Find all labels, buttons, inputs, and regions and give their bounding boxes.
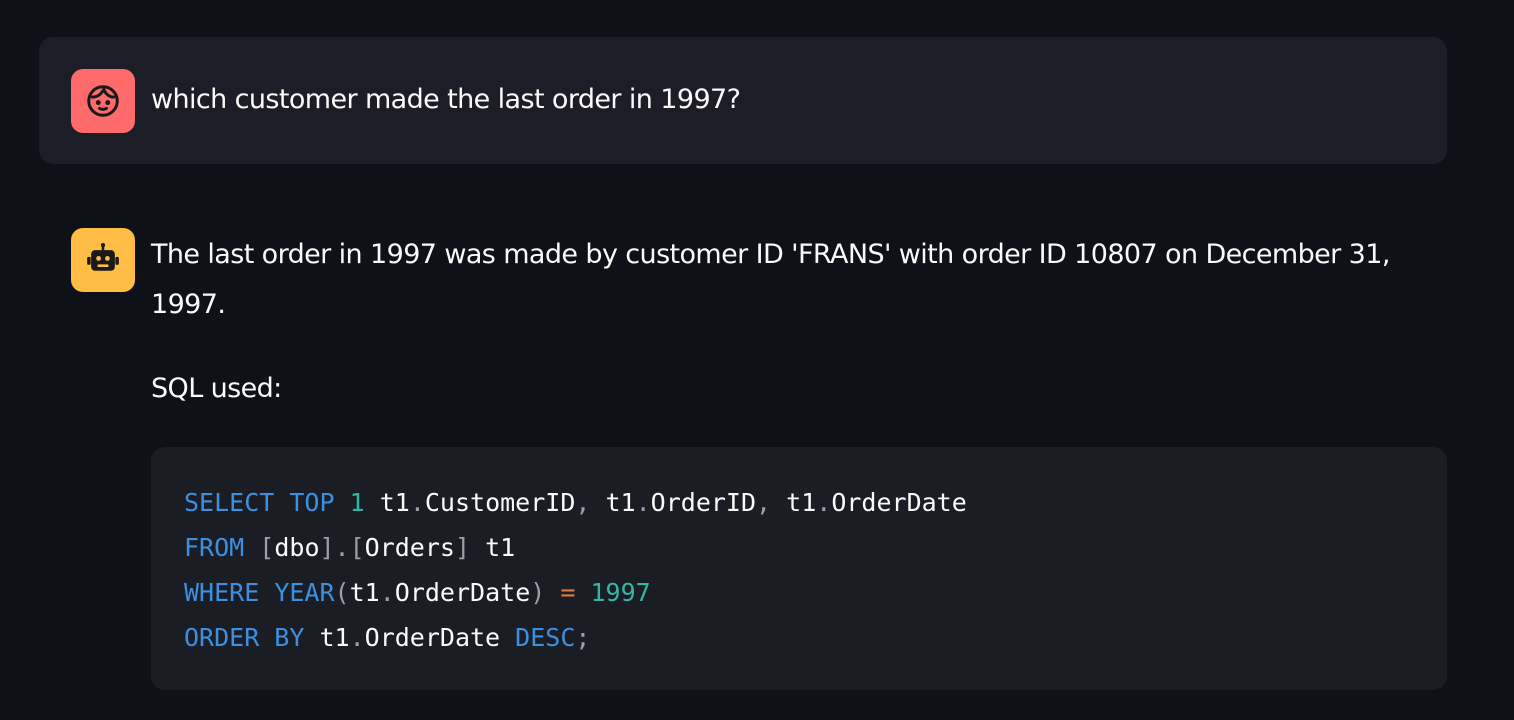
- sql-line: ORDER BY t1.OrderDate DESC;: [184, 623, 590, 652]
- assistant-avatar: [71, 228, 135, 292]
- sql-token-plain: [545, 578, 560, 607]
- sql-token-plain: [274, 488, 289, 517]
- sql-token-plain: [575, 578, 590, 607]
- sql-token-kw: DESC: [515, 623, 576, 652]
- sql-code-block[interactable]: SELECT TOP 1 t1.CustomerID, t1.OrderID, …: [151, 447, 1447, 690]
- sql-token-punc: ]: [454, 533, 471, 562]
- sql-token-plain: t1: [470, 533, 516, 562]
- sql-token-plain: t1: [590, 488, 636, 517]
- sql-token-punc: .: [816, 488, 832, 517]
- sql-line: SELECT TOP 1 t1.CustomerID, t1.OrderID, …: [184, 488, 967, 517]
- sql-token-plain: t1: [771, 488, 817, 517]
- sql-used-label: SQL used:: [151, 373, 282, 404]
- user-avatar: [71, 69, 135, 133]
- assistant-answer-text: The last order in 1997 was made by custo…: [151, 239, 1390, 320]
- sql-token-op: =: [560, 578, 576, 607]
- robot-icon: [87, 243, 119, 271]
- sql-token-punc: .: [635, 488, 651, 517]
- sql-token-plain: t1: [349, 578, 380, 607]
- sql-token-num: 1997: [590, 578, 651, 607]
- sql-token-plain: OrderDate: [364, 623, 501, 652]
- sql-token-plain: Orders: [364, 533, 455, 562]
- sql-token-num: 1: [349, 488, 365, 517]
- sql-token-kw: ORDER BY: [184, 623, 305, 652]
- sql-token-punc: .: [409, 488, 425, 517]
- sql-code: SELECT TOP 1 t1.CustomerID, t1.OrderID, …: [184, 480, 1447, 660]
- sql-token-plain: OrderDate: [394, 578, 531, 607]
- sql-token-plain: [244, 533, 259, 562]
- user-message-text: which customer made the last order in 19…: [151, 84, 741, 115]
- sql-token-punc: ].[: [319, 533, 365, 562]
- sql-token-punc: ,: [575, 488, 591, 517]
- sql-token-plain: [335, 488, 350, 517]
- sql-token-plain: [259, 578, 274, 607]
- sql-token-plain: dbo: [274, 533, 320, 562]
- sql-token-punc: ,: [756, 488, 772, 517]
- sql-token-punc: (: [334, 578, 350, 607]
- sql-token-kw: WHERE: [184, 578, 260, 607]
- assistant-chat-message: The last order in 1997 was made by custo…: [39, 190, 1447, 710]
- face-icon: [87, 85, 119, 117]
- sql-line: WHERE YEAR(t1.OrderDate) = 1997: [184, 578, 651, 607]
- sql-token-punc: .: [379, 578, 395, 607]
- sql-token-plain: OrderDate: [831, 488, 967, 517]
- sql-token-punc: ;: [575, 623, 591, 652]
- sql-token-plain: [500, 623, 515, 652]
- sql-token-kw: YEAR: [274, 578, 335, 607]
- sql-token-punc: .: [349, 623, 365, 652]
- sql-token-plain: t1: [304, 623, 350, 652]
- sql-token-kw: FROM: [184, 533, 245, 562]
- user-chat-message: which customer made the last order in 19…: [39, 37, 1447, 164]
- sql-token-kw: TOP: [289, 488, 335, 517]
- sql-token-kw: SELECT: [184, 488, 275, 517]
- sql-token-punc: ): [530, 578, 546, 607]
- sql-token-plain: CustomerID: [424, 488, 576, 517]
- sql-token-plain: OrderID: [650, 488, 757, 517]
- sql-token-punc: [: [259, 533, 275, 562]
- sql-token-plain: t1: [364, 488, 410, 517]
- sql-line: FROM [dbo].[Orders] t1: [184, 533, 515, 562]
